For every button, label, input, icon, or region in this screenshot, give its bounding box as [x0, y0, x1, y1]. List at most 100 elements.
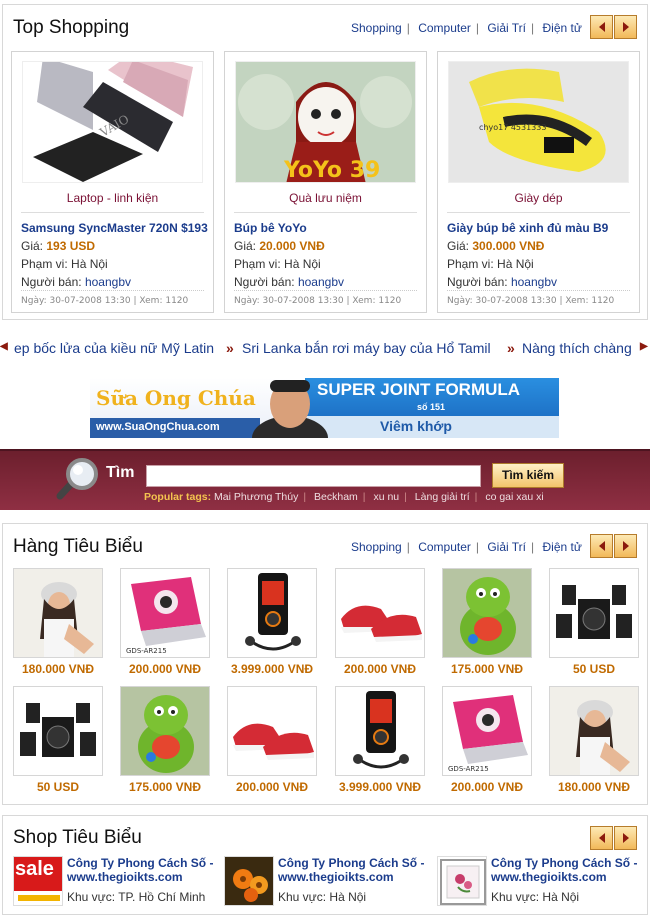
item-price: 175.000 VNĐ — [450, 662, 524, 676]
shop-logo[interactable] — [437, 856, 487, 906]
fashion-girl-image[interactable] — [549, 686, 639, 776]
doll-image[interactable]: YoYo 39 — [235, 61, 416, 183]
red-sneakers-image[interactable] — [227, 686, 317, 776]
card-product-name[interactable]: Samsung SyncMaster 720N $193 — [21, 221, 211, 235]
seller-label: Người bán: — [234, 275, 295, 289]
ticker-item[interactable]: Sri Lanka bắn rơi máy bay của Hổ Tamil — [242, 340, 491, 356]
tag-link[interactable]: Beckham — [314, 491, 358, 503]
tag-link[interactable]: co gai xau xi — [485, 491, 543, 503]
tag-link[interactable]: Mai Phương Thúy — [214, 491, 298, 503]
card-category[interactable]: Quà lưu niệm — [225, 191, 426, 205]
walkman-phone-image[interactable] — [335, 686, 425, 776]
tag-link[interactable]: xu nu — [373, 491, 399, 503]
region-value: TP. Hồ Chí Minh — [118, 890, 206, 904]
ticker-next-icon[interactable]: ▶ — [640, 341, 648, 352]
green-toy-image[interactable] — [120, 686, 210, 776]
frame-image — [440, 859, 486, 905]
fashion-girl-image[interactable] — [13, 568, 103, 658]
news-ticker: ◀ ep bốc lửa của kiều nữ Mỹ Latin » Sri … — [0, 338, 650, 360]
link-dien-tu[interactable]: Điện tử — [542, 21, 581, 35]
link-shopping[interactable]: Shopping — [351, 21, 402, 35]
search-label: Tìm — [106, 464, 135, 481]
laptop-image-text: GDS-AR215 — [448, 765, 489, 773]
card-product-name[interactable]: Giày búp bê xinh đủ màu B9 — [447, 221, 637, 235]
item-price: 200.000 VNĐ — [450, 780, 524, 794]
item-price: 200.000 VNĐ — [343, 662, 417, 676]
product-card[interactable]: YoYo 39 Quà lưu niệm Búp bê YoYo Giá: 20… — [224, 51, 427, 313]
laptop-image-text: GDS-AR215 — [126, 647, 167, 655]
region-label: Phạm vi: — [21, 257, 68, 271]
shop-logo[interactable] — [224, 856, 274, 906]
item-price: 180.000 VNĐ — [557, 780, 631, 794]
search-bar: Tìm Tìm kiếm Popular tags: Mai Phương Th… — [0, 449, 650, 510]
ad-headline: SUPER JOINT FORMULA — [317, 380, 521, 399]
carousel-arrows — [590, 534, 638, 558]
region-label: Khu vực: — [278, 890, 327, 904]
search-button[interactable]: Tìm kiếm — [492, 463, 564, 488]
next-button[interactable] — [614, 826, 637, 850]
prev-button[interactable] — [590, 15, 613, 39]
product-card[interactable]: VAIO Laptop - linh kiện Samsung SyncMast… — [11, 51, 214, 313]
yoyo-image-text: YoYo 39 — [283, 158, 380, 183]
shop-name[interactable]: Công Ty Phong Cách Số - www.thegioikts.c… — [278, 856, 438, 884]
region-label: Khu vực: — [67, 890, 116, 904]
speakers-image[interactable] — [549, 568, 639, 658]
red-sneakers-image[interactable] — [335, 568, 425, 658]
laptop-image[interactable]: VAIO — [22, 61, 203, 183]
seller-link[interactable]: hoangbv — [298, 275, 344, 289]
seller-link[interactable]: hoangbv — [85, 275, 131, 289]
next-button[interactable] — [614, 15, 637, 39]
ticker-prev-icon[interactable]: ◀ — [0, 341, 8, 352]
search-input[interactable] — [146, 465, 481, 487]
shop-logo[interactable]: sale — [13, 856, 63, 906]
doll-picture: YoYo 39 — [236, 62, 415, 183]
item-price: 200.000 VNĐ — [235, 780, 309, 794]
walkman-phone-image[interactable] — [227, 568, 317, 658]
card-region-row: Phạm vi: Hà Nội — [447, 257, 534, 271]
green-toy-image[interactable] — [442, 568, 532, 658]
card-product-name[interactable]: Búp bê YoYo — [234, 221, 424, 235]
carousel-arrows — [590, 15, 638, 39]
section-title: Shop Tiêu Biểu — [13, 827, 142, 848]
link-computer[interactable]: Computer — [418, 540, 471, 554]
pink-laptop-image[interactable]: GDS-AR215 — [442, 686, 532, 776]
ticker-item[interactable]: Nàng thích chàng — [522, 340, 632, 356]
magnifier-icon — [56, 458, 98, 500]
prev-button[interactable] — [590, 826, 613, 850]
card-category[interactable]: Giày dép — [438, 191, 639, 205]
link-computer[interactable]: Computer — [418, 21, 471, 35]
card-category[interactable]: Laptop - linh kiện — [12, 191, 213, 205]
shop-name[interactable]: Công Ty Phong Cách Số - www.thegioikts.c… — [491, 856, 650, 884]
section-title: Top Shopping — [13, 17, 130, 38]
region-value: Hà Nội — [542, 890, 580, 904]
region-label: Phạm vi: — [447, 257, 494, 271]
shop-name[interactable]: Công Ty Phong Cách Số - www.thegioikts.c… — [67, 856, 227, 884]
region-value: Hà Nội — [329, 890, 367, 904]
product-card[interactable]: chyo17 4531333 Giày dép Giày búp bê xinh… — [437, 51, 640, 313]
ticker-separator-icon: » — [507, 340, 515, 356]
card-meta: Ngày: 30-07-2008 13:30 | Xem: 1120 — [21, 296, 189, 306]
ticker-item[interactable]: ep bốc lửa của kiều nữ Mỹ Latin — [14, 340, 214, 356]
link-giai-tri[interactable]: Giải Trí — [487, 540, 526, 554]
prev-button[interactable] — [590, 534, 613, 558]
price-label: Giá: — [234, 239, 257, 253]
speakers-image[interactable] — [13, 686, 103, 776]
seller-link[interactable]: hoangbv — [511, 275, 557, 289]
card-region-row: Phạm vi: Hà Nội — [21, 257, 108, 271]
next-button[interactable] — [614, 534, 637, 558]
shop-region: Khu vực: TP. Hồ Chí Minh — [67, 890, 205, 904]
link-shopping[interactable]: Shopping — [351, 540, 402, 554]
divider — [447, 290, 630, 291]
region-value: Hà Nội — [71, 257, 108, 271]
link-dien-tu[interactable]: Điện tử — [542, 540, 581, 554]
ad-banner[interactable]: Sữa Ong Chúa www.SuaOngChua.com SUPER JO… — [90, 378, 559, 438]
arrow-left-icon — [598, 541, 605, 551]
card-seller-row: Người bán: hoangbv — [21, 275, 131, 289]
item-price: 50 USD — [572, 662, 616, 676]
shoes-picture: chyo17 4531333 — [449, 62, 628, 182]
pink-laptop-image[interactable]: GDS-AR215 — [120, 568, 210, 658]
shoe-image[interactable]: chyo17 4531333 — [448, 61, 629, 183]
item-price: 175.000 VNĐ — [128, 780, 202, 794]
tag-link[interactable]: Làng giải trí — [415, 491, 470, 503]
link-giai-tri[interactable]: Giải Trí — [487, 21, 526, 35]
